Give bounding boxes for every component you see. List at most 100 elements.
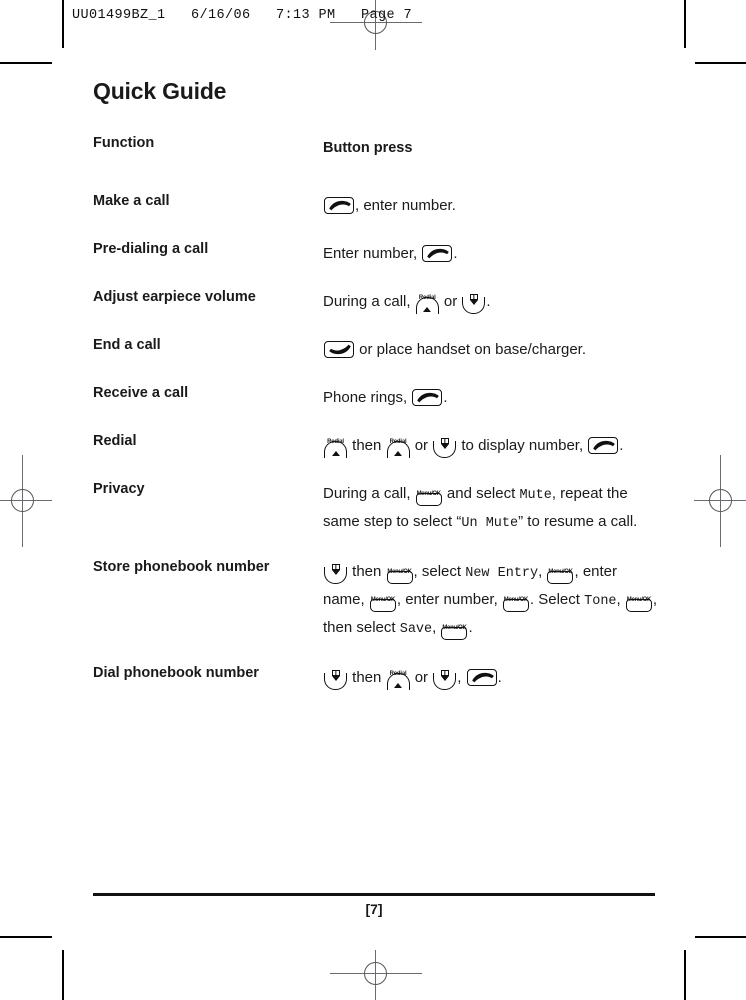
function-cell: Adjust earpiece volume bbox=[93, 289, 256, 305]
instruction-text: or bbox=[439, 293, 462, 310]
talk-handset-icon bbox=[422, 244, 453, 262]
function-cell: End a call bbox=[93, 337, 161, 353]
phonebook-down-key-icon bbox=[462, 293, 486, 314]
display-text: Un Mute bbox=[461, 516, 519, 531]
key-cap bbox=[547, 570, 574, 584]
display-text: New Entry bbox=[465, 566, 539, 581]
arrow-down-icon bbox=[469, 299, 478, 305]
menu-ok-key-icon: Menu/OK bbox=[441, 619, 468, 640]
crop-mark-bottom-right-horizontal bbox=[695, 936, 746, 938]
phonebook-down-key-icon bbox=[433, 669, 457, 690]
instruction-text: During a call, bbox=[323, 485, 415, 502]
function-cell: Dial phonebook number bbox=[93, 665, 259, 681]
arrow-up-icon bbox=[394, 450, 403, 456]
crop-mark-top-right-vertical bbox=[684, 0, 686, 48]
button-press-cell: , enter number. bbox=[323, 193, 659, 241]
table-row: End a call or place handset on base/char… bbox=[93, 337, 659, 385]
menu-ok-key-icon: Menu/OK bbox=[386, 563, 413, 584]
table-row: Redial Redial then Redial or to display n… bbox=[93, 433, 659, 481]
button-press-cell: then Menu/OK, select New Entry, Menu/OK,… bbox=[323, 559, 659, 665]
footer-divider bbox=[93, 893, 655, 896]
arrow-up-icon bbox=[394, 682, 403, 688]
instruction-text: . Select bbox=[529, 591, 585, 608]
registration-mark-left bbox=[0, 455, 52, 547]
arrow-down-icon bbox=[440, 675, 449, 681]
page-number: [7] bbox=[365, 901, 383, 917]
table-row: Store phonebook number then Menu/OK, sel… bbox=[93, 559, 659, 665]
talk-handset-icon bbox=[324, 196, 354, 214]
instruction-text: or bbox=[410, 437, 433, 454]
crop-mark-top-right-horizontal bbox=[695, 62, 746, 64]
instruction-text: , bbox=[538, 563, 547, 580]
function-cell: Store phonebook number bbox=[93, 559, 270, 575]
table-row: Receive a call Phone rings, . bbox=[93, 385, 659, 433]
registration-mark-bottom bbox=[330, 950, 422, 1000]
crop-mark-bottom-right-vertical bbox=[684, 950, 686, 1000]
table-row: Make a call , enter number. bbox=[93, 193, 659, 241]
redial-up-key-icon: Redial bbox=[415, 293, 439, 314]
instruction-text: . bbox=[468, 619, 473, 636]
menu-ok-key-icon: Menu/OK bbox=[502, 591, 529, 612]
instruction-text: or bbox=[410, 669, 433, 686]
talk-handset-icon bbox=[466, 668, 497, 686]
instruction-text: , enter number, bbox=[396, 591, 502, 608]
column-header-function: Function bbox=[93, 135, 155, 151]
function-cell: Receive a call bbox=[93, 385, 189, 401]
column-header-button-press: Button press bbox=[323, 140, 413, 156]
display-text: Save bbox=[399, 622, 433, 637]
key-cap bbox=[386, 570, 413, 584]
button-press-cell: During a call, Redial or . bbox=[323, 289, 659, 337]
instruction-text: then bbox=[348, 437, 386, 454]
crop-mark-bottom-left-horizontal bbox=[0, 936, 52, 938]
instruction-text: then bbox=[348, 563, 386, 580]
instruction-text: , bbox=[432, 619, 441, 636]
instruction-text: . bbox=[619, 437, 624, 454]
instruction-text: Phone rings, bbox=[323, 389, 412, 406]
end-call-handset-icon bbox=[324, 340, 354, 358]
instruction-text: Enter number, bbox=[323, 245, 422, 262]
key-cap bbox=[625, 598, 652, 612]
instruction-text: . bbox=[497, 669, 502, 686]
instruction-text: , select bbox=[413, 563, 466, 580]
key-cap bbox=[415, 492, 442, 506]
key-cap bbox=[369, 598, 396, 612]
button-press-cell: Enter number, . bbox=[323, 241, 659, 289]
function-cell: Redial bbox=[93, 433, 137, 449]
crop-mark-bottom-left-vertical bbox=[62, 950, 64, 1000]
menu-ok-key-icon: Menu/OK bbox=[547, 563, 574, 584]
instruction-text: . bbox=[443, 389, 448, 406]
key-cap bbox=[502, 598, 529, 612]
instruction-text: or place handset on base/charger. bbox=[355, 341, 586, 358]
instruction-text: , bbox=[457, 669, 466, 686]
display-text: Mute bbox=[519, 488, 552, 503]
table-row: Dial phonebook number then Redial or , . bbox=[93, 665, 659, 713]
redial-up-key-icon: Redial bbox=[386, 437, 410, 458]
instruction-text: then bbox=[348, 669, 386, 686]
talk-handset-icon bbox=[588, 436, 619, 454]
function-cell: Privacy bbox=[93, 481, 145, 497]
arrow-down-icon bbox=[440, 443, 449, 449]
instruction-text: . bbox=[486, 293, 491, 310]
redial-up-key-icon: Redial bbox=[386, 669, 410, 690]
button-press-cell: or place handset on base/charger. bbox=[323, 337, 659, 385]
crop-mark-top-left-horizontal bbox=[0, 62, 52, 64]
instruction-text: , enter number. bbox=[355, 197, 456, 214]
table-header-row: Function Button press bbox=[93, 135, 659, 193]
menu-ok-key-icon: Menu/OK bbox=[369, 591, 396, 612]
arrow-up-icon bbox=[423, 306, 432, 312]
quick-guide-table: Function Button press Make a call , enter… bbox=[93, 135, 659, 713]
quick-guide-table-body: Function Button press Make a call , enter… bbox=[93, 135, 659, 713]
redial-up-key-icon: Redial bbox=[324, 437, 347, 458]
instruction-text: ” to resume a call. bbox=[518, 513, 638, 530]
arrow-up-icon bbox=[331, 450, 340, 456]
phonebook-down-key-icon bbox=[324, 563, 347, 584]
menu-ok-key-icon: Menu/OK bbox=[625, 591, 652, 612]
arrow-down-icon bbox=[331, 569, 340, 575]
button-press-cell: Redial then Redial or to display number,… bbox=[323, 433, 659, 481]
page-title: Quick Guide bbox=[93, 78, 227, 104]
instruction-text: to display number, bbox=[457, 437, 588, 454]
instruction-text: During a call, bbox=[323, 293, 415, 310]
button-press-cell: During a call, Menu/OK and select Mute, … bbox=[323, 481, 659, 559]
instruction-text: and select bbox=[442, 485, 520, 502]
proof-slug-line: UU01499BZ_1 6/16/06 7:13 PM Page 7 bbox=[72, 8, 413, 23]
